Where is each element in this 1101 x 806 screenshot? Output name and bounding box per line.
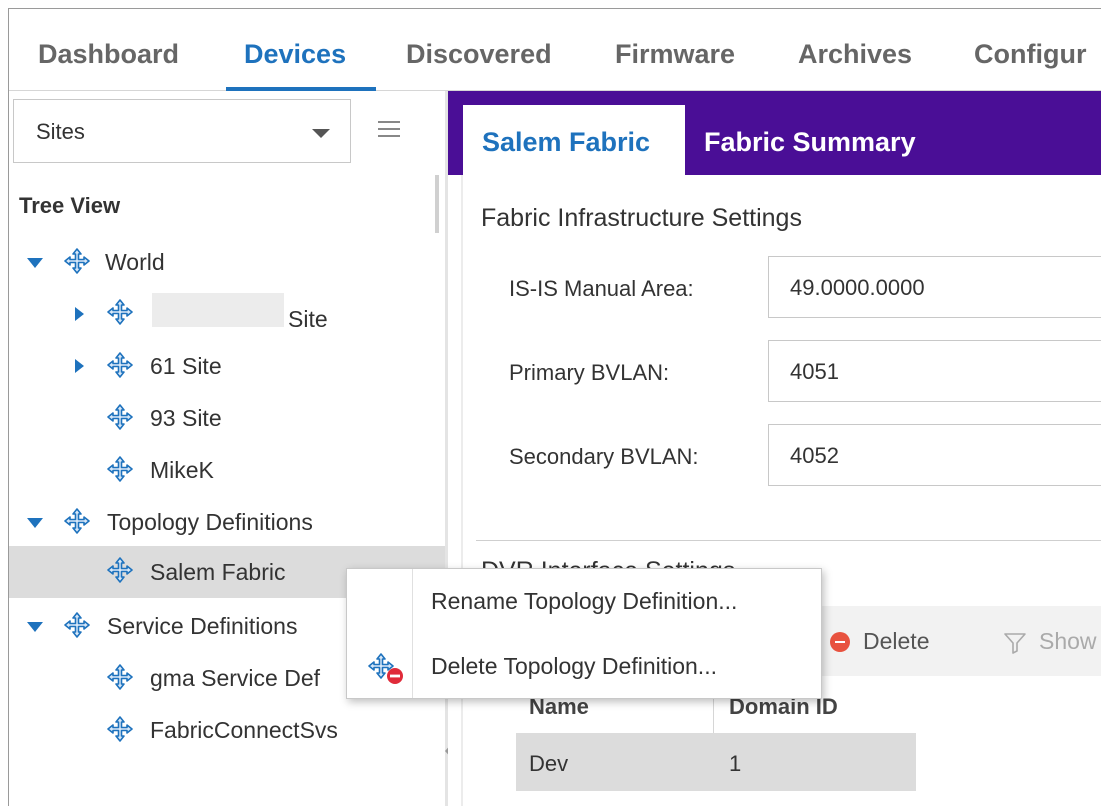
tree-node-mikek[interactable]: MikeK	[9, 449, 445, 493]
nav-tab-discovered[interactable]: Discovered	[406, 39, 552, 70]
tree-node-fabric-connect[interactable]: FabricConnectSvs	[9, 709, 445, 753]
menu-item-rename-topology[interactable]: Rename Topology Definition...	[431, 588, 737, 615]
table-row[interactable]: Dev 1	[516, 733, 916, 791]
site-node-icon	[107, 456, 133, 482]
delete-button[interactable]: Delete	[863, 628, 929, 655]
expand-arrow-icon[interactable]	[75, 359, 84, 373]
service-node-icon	[64, 612, 90, 638]
tree-node-label: gma Service Def	[150, 665, 321, 691]
menu-icon-gutter	[412, 569, 413, 698]
tab-fabric-summary[interactable]: Fabric Summary	[704, 127, 916, 158]
filter-icon[interactable]	[1003, 632, 1027, 654]
tree-node-label: Salem Fabric	[150, 559, 286, 585]
site-node-icon	[107, 299, 133, 325]
top-nav: Dashboard Devices Discovered Firmware Ar…	[9, 9, 1101, 91]
menu-item-delete-topology[interactable]: Delete Topology Definition...	[431, 653, 717, 680]
expand-arrow-icon[interactable]	[27, 622, 43, 632]
expand-arrow-icon[interactable]	[27, 518, 43, 528]
cell-domain-id: 1	[729, 751, 742, 776]
tree-node-topology-definitions[interactable]: Topology Definitions	[9, 501, 445, 545]
tree-node-61-site[interactable]: 61 Site	[9, 345, 445, 389]
nav-tab-configure[interactable]: Configur	[974, 39, 1086, 70]
expand-arrow-icon[interactable]	[27, 258, 43, 268]
tree-node-label: Service Definitions	[107, 613, 298, 639]
tree-node-label: MikeK	[150, 457, 214, 483]
infra-settings-title: Fabric Infrastructure Settings	[481, 204, 802, 232]
topology-node-icon	[107, 557, 133, 583]
sites-dropdown[interactable]: Sites	[13, 99, 351, 163]
chevron-down-icon	[312, 129, 330, 138]
tree-node-world[interactable]: World	[9, 241, 445, 285]
tree-node-93-site[interactable]: 93 Site	[9, 397, 445, 441]
nav-tab-firmware[interactable]: Firmware	[615, 39, 735, 70]
show-button[interactable]: Show	[1039, 628, 1097, 655]
field-value: 49.0000.0000	[790, 275, 925, 300]
expand-arrow-icon[interactable]	[75, 307, 84, 321]
detail-tab-bar: Salem Fabric Fabric Summary	[448, 91, 1101, 175]
nav-tab-dashboard[interactable]: Dashboard	[38, 39, 179, 70]
delete-icon[interactable]	[830, 632, 850, 652]
site-node-icon	[107, 404, 133, 430]
secondary-bvlan-input[interactable]: 4052	[768, 424, 1101, 486]
tree-view-title: Tree View	[19, 193, 121, 218]
topology-node-icon	[64, 508, 90, 534]
redacted-name	[152, 293, 284, 327]
tree-node-label: FabricConnectSvs	[150, 717, 338, 743]
primary-bvlan-label: Primary BVLAN:	[509, 360, 670, 385]
service-node-icon	[107, 716, 133, 742]
isis-area-label: IS-IS Manual Area:	[509, 276, 694, 301]
service-node-icon	[107, 664, 133, 690]
tree-scrollbar[interactable]	[435, 175, 439, 233]
tree-node-label: Site	[288, 306, 328, 332]
cell-name: Dev	[529, 751, 569, 776]
tree-node-site[interactable]: Site	[9, 293, 445, 337]
content-border	[461, 175, 463, 806]
delete-topology-icon	[368, 653, 403, 684]
section-divider	[476, 540, 1101, 541]
app-window: Dashboard Devices Discovered Firmware Ar…	[8, 8, 1101, 806]
site-node-icon	[107, 352, 133, 378]
tree-node-label: 61 Site	[150, 353, 222, 379]
tree-node-label: Topology Definitions	[107, 509, 313, 535]
field-value: 4052	[790, 443, 839, 468]
tree-node-label: 93 Site	[150, 405, 222, 431]
isis-area-input[interactable]: 49.0000.0000	[768, 256, 1101, 318]
nav-tab-devices[interactable]: Devices	[244, 39, 346, 70]
nav-tab-archives[interactable]: Archives	[798, 39, 912, 70]
tab-salem-fabric[interactable]: Salem Fabric	[463, 105, 685, 175]
site-node-icon	[64, 248, 90, 274]
secondary-bvlan-label: Secondary BVLAN:	[509, 444, 699, 469]
field-value: 4051	[790, 359, 839, 384]
sites-dropdown-value: Sites	[36, 119, 85, 144]
context-menu: Rename Topology Definition... Delete Top…	[346, 568, 822, 699]
tree-node-label: World	[105, 249, 165, 275]
primary-bvlan-input[interactable]: 4051	[768, 340, 1101, 402]
tab-label: Salem Fabric	[482, 127, 651, 157]
menu-icon[interactable]	[378, 121, 400, 137]
